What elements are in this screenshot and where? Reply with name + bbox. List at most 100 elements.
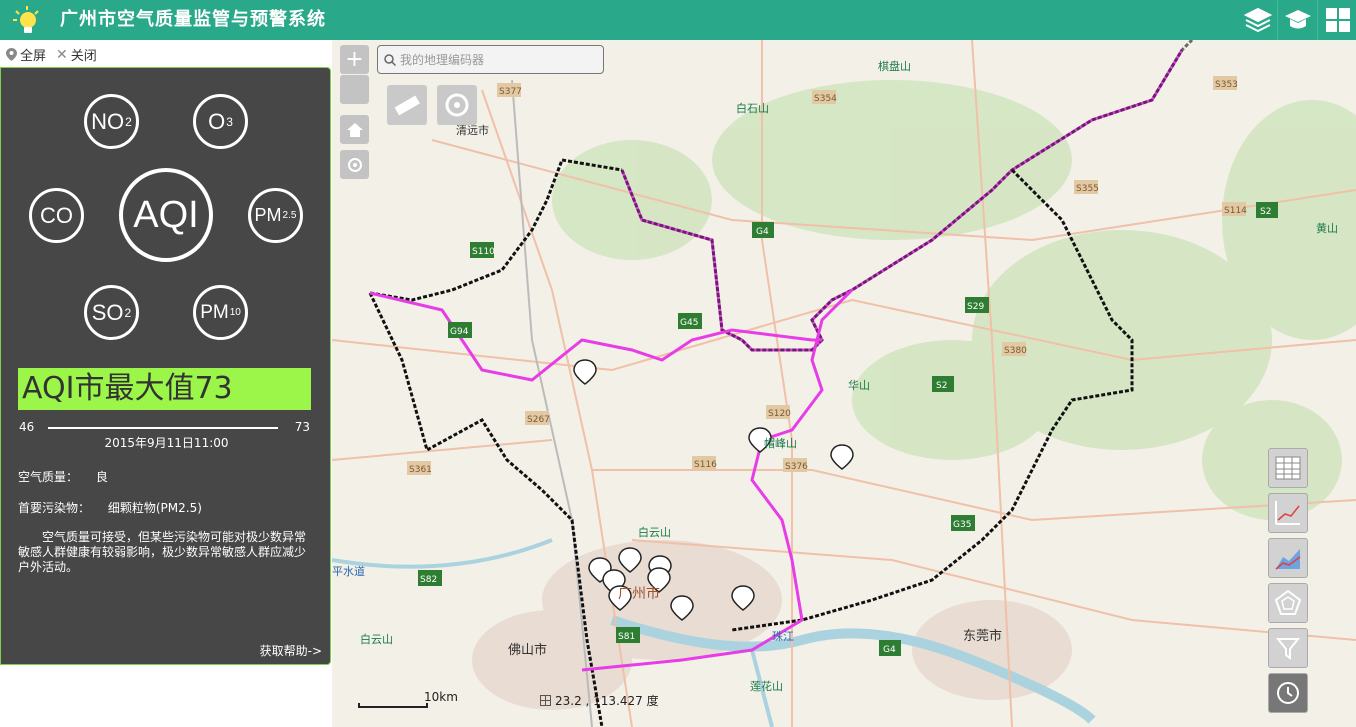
pm25-label: PM [254,205,282,225]
road-label: S354 [814,94,837,104]
map-label: 平水道 [332,564,365,578]
road-label: S114 [1224,206,1247,216]
film-reel-icon [445,93,469,117]
pm10-button[interactable]: PM 10 [193,285,248,340]
range-min: 46 [19,420,35,434]
map-basemap: 清远市 白石山 棋盘山 黄山 华山 帽峰山 白云山 广州市 佛山市 东莞市 平水… [332,40,1356,727]
print-tool-button[interactable] [437,85,477,125]
divider [1277,0,1278,40]
layers-icon[interactable] [1243,5,1273,35]
health-advice: 空气质量可接受，但某些污染物可能对极少数异常敏感人群健康有较弱影响，极少数异常敏… [18,530,307,574]
map-canvas[interactable]: 清远市 白石山 棋盘山 黄山 华山 帽峰山 白云山 广州市 佛山市 东莞市 平水… [332,40,1356,727]
locate-button[interactable] [340,150,369,179]
primary-label: 首要污染物： [18,501,91,515]
map-label: 白石山 [736,101,769,115]
range-max: 73 [294,420,310,434]
close-label: 关闭 [70,49,97,64]
co-button[interactable]: CO [29,188,84,243]
road-label: S116 [694,460,717,470]
primary-value: 细颗粒物(PM2.5) [107,501,202,515]
map-label: 棋盘山 [878,59,911,73]
coords-text: 23.2 , 113.427 度 [555,694,659,708]
geocoder-search[interactable]: 我的地理编码器 [377,45,604,74]
map-label: 清远市 [456,123,489,137]
road-label: S2 [1260,207,1271,217]
datetime: 2015年9月11日11:00 [104,436,229,450]
quality-label: 空气质量： [18,470,79,484]
crosshair-icon [347,157,362,172]
divider [1317,0,1318,40]
history-button[interactable] [1268,673,1308,713]
map-label: 帽峰山 [764,437,797,450]
map-label: 珠江 [772,629,794,643]
panel-toolbar: 全屏 ✕ 关闭 [0,40,332,66]
close-icon: ✕ [56,46,68,63]
filter-button[interactable] [1268,628,1308,668]
clock-history-icon [1277,682,1299,704]
aqi-button[interactable]: AQI [119,168,213,262]
map-label: 莲花山 [750,680,783,693]
aqi-max-banner: AQI市最大值73 [18,368,311,410]
road-label: G35 [953,520,971,530]
graduation-cap-icon[interactable] [1283,5,1313,35]
location-pin-icon [6,48,17,61]
trend-chart-button[interactable] [1268,493,1308,533]
road-label: G4 [883,645,896,655]
table-icon [1275,456,1301,480]
road-label: S355 [1076,184,1099,194]
coordinate-readout: 23.2 , 113.427 度 [540,692,659,709]
road-label: S361 [409,465,432,475]
o3-label: O [208,108,226,134]
map-label: 佛山市 [508,642,547,658]
primary-pollutant-row: 首要污染物： 细颗粒物(PM2.5) [18,499,202,516]
grid-icon [540,695,551,706]
home-icon [346,122,363,137]
area-chart-icon [1275,549,1301,570]
close-button[interactable]: ✕ 关闭 [56,45,97,65]
pm10-subscript: 10 [229,307,241,318]
o3-button[interactable]: O3 [193,94,248,149]
home-button[interactable] [340,115,369,144]
so2-button[interactable]: SO 2 [84,285,139,340]
help-link[interactable]: 获取帮助-> [260,642,322,659]
range-slider-track[interactable] [48,427,278,429]
measure-tool-button[interactable] [387,85,427,125]
road-label: G45 [680,318,698,328]
search-placeholder: 我的地理编码器 [400,53,485,67]
table-view-button[interactable] [1268,448,1308,488]
road-label: G4 [756,227,769,237]
map-label: 白云山 [360,632,393,646]
fullscreen-button[interactable]: 全屏 [6,45,46,64]
road-label: S81 [618,632,635,642]
header-bar: 广州市空气质量监管与预警系统 [0,0,1356,40]
funnel-icon [1275,638,1301,660]
so2-label: SO [91,299,124,325]
road-label: S110 [472,247,495,257]
pm10-label: PM [200,301,229,323]
grid-apps-icon[interactable] [1323,5,1353,35]
zoom-in-button[interactable]: + [340,45,369,74]
zoom-out-button[interactable] [340,75,369,104]
no2-button[interactable]: NO 2 [84,94,139,149]
map-label: 东莞市 [963,628,1002,644]
road-label: S267 [527,415,550,425]
search-icon [384,53,396,66]
aqi-label: AQI [133,193,199,236]
so2-subscript: 2 [124,305,132,320]
radar-chart-button[interactable] [1268,583,1308,623]
quality-row: 空气质量： 良 [18,468,108,485]
plus-icon: + [345,47,364,72]
scale-label: 10km [424,690,458,704]
map-label: 黄山 [1316,221,1338,235]
map-label: 白云山 [638,525,671,539]
road-label: S376 [785,462,808,472]
quality-value: 良 [95,470,108,484]
area-chart-button[interactable] [1268,538,1308,578]
no2-label: NO [91,108,125,134]
pm25-button[interactable]: PM 2.5 [248,188,303,243]
map-label: 广州市 [618,585,660,602]
map-label: 华山 [848,378,870,392]
aqi-panel: NO 2 O3 CO AQI PM 2.5 SO 2 PM 10 AQI市最大值73 4… [0,67,331,665]
road-label: S377 [499,87,522,97]
road-label: S2 [936,381,947,391]
